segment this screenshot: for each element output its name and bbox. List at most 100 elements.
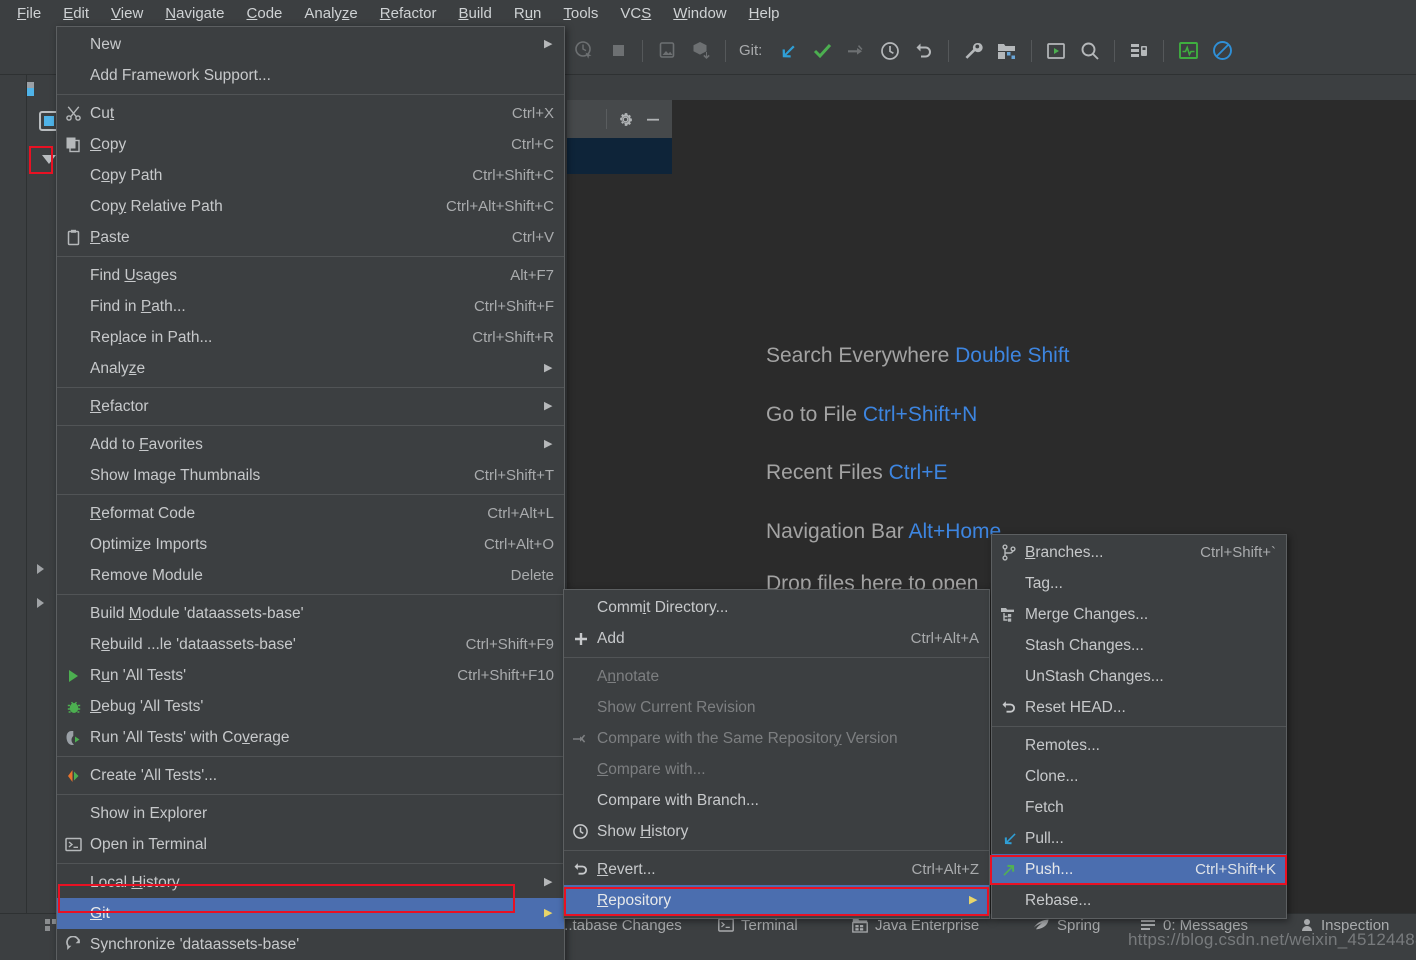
database-icon[interactable] — [1122, 34, 1156, 68]
activity-monitor-icon[interactable] — [1171, 34, 1205, 68]
menu-item-build-module[interactable]: Build Module 'dataassets-base' — [57, 598, 564, 629]
run-configurations-icon[interactable] — [1039, 34, 1073, 68]
expand-structure-icon[interactable] — [33, 562, 47, 576]
no-access-icon[interactable] — [1205, 34, 1239, 68]
git-label: Git: — [739, 42, 763, 59]
git-push-arrow-icon[interactable] — [839, 34, 873, 68]
menu-item-copy-path[interactable]: Copy Path Ctrl+Shift+C — [57, 160, 564, 191]
menu-item-open-in-terminal[interactable]: Open in Terminal — [57, 829, 564, 860]
menubar-item-navigate[interactable]: Navigate — [154, 3, 235, 25]
menu-item-compare-with-same-repository-version: Compare with the Same Repository Version — [564, 723, 989, 754]
menu-item-new[interactable]: New ▶ — [57, 29, 564, 60]
git-pull-icon[interactable] — [771, 34, 805, 68]
menubar-item-help[interactable]: Help — [738, 3, 791, 25]
menu-item-clone[interactable]: Clone... — [992, 761, 1286, 792]
menu-item-label: Run 'All Tests' — [90, 666, 187, 684]
menu-item-label: Reformat Code — [90, 504, 196, 522]
menu-item-stash-changes[interactable]: Stash Changes... — [992, 630, 1286, 661]
git-history-clock-icon[interactable] — [873, 34, 907, 68]
menu-item-accel: Delete — [510, 567, 554, 584]
menu-item-show-history[interactable]: Show History — [564, 816, 989, 847]
menu-item-optimize-imports[interactable]: Optimize Imports Ctrl+Alt+O — [57, 529, 564, 560]
menubar-item-window[interactable]: Window — [662, 3, 737, 25]
menu-item-add[interactable]: Add Ctrl+Alt+A — [564, 623, 989, 654]
menu-item-debug-all-tests[interactable]: Debug 'All Tests' — [57, 691, 564, 722]
menu-item-git[interactable]: Git ▶ — [57, 898, 564, 929]
expand-structure-icon-2[interactable] — [33, 596, 47, 610]
menu-item-revert[interactable]: Revert... Ctrl+Alt+Z — [564, 854, 989, 885]
menu-item-label: Add to Favorites — [90, 435, 203, 453]
menu-item-push[interactable]: Push... Ctrl+Shift+K — [992, 854, 1286, 885]
menu-item-rebase[interactable]: Rebase... — [992, 885, 1286, 916]
run-with-coverage-icon[interactable] — [567, 34, 601, 68]
debug-bug-icon — [57, 696, 90, 718]
menu-item-refactor[interactable]: Refactor ▶ — [57, 391, 564, 422]
menubar-item-view[interactable]: View — [100, 3, 154, 25]
menu-item-commit-directory[interactable]: Commit Directory... — [564, 592, 989, 623]
menubar-item-edit[interactable]: Edit — [52, 3, 100, 25]
menubar-item-file[interactable]: FFileile — [6, 3, 52, 25]
menu-item-rebuild-module[interactable]: Rebuild ...le 'dataassets-base' Ctrl+Shi… — [57, 629, 564, 660]
menubar-item-build[interactable]: Build — [447, 3, 502, 25]
menu-item-pull[interactable]: Pull... — [992, 823, 1286, 854]
menu-item-find-in-path[interactable]: Find in Path... Ctrl+Shift+F — [57, 291, 564, 322]
menu-item-accel: Ctrl+Shift+F — [473, 298, 554, 315]
menu-item-remotes[interactable]: Remotes... — [992, 730, 1286, 761]
menu-item-add-framework-support[interactable]: Add Framework Support... — [57, 60, 564, 91]
menu-item-add-to-favorites[interactable]: Add to Favorites ▶ — [57, 429, 564, 460]
menu-item-copy[interactable]: Copy Ctrl+C — [57, 129, 564, 160]
menu-item-run-all-tests[interactable]: Run 'All Tests' Ctrl+Shift+F10 — [57, 660, 564, 691]
menu-item-repository[interactable]: Repository ▶ — [564, 885, 989, 916]
menu-item-paste[interactable]: Paste Ctrl+V — [57, 222, 564, 253]
menu-item-analyze[interactable]: Analyze ▶ — [57, 353, 564, 384]
import-module-icon[interactable] — [684, 34, 718, 68]
menu-item-local-history[interactable]: Local History ▶ — [57, 867, 564, 898]
no-icon — [992, 766, 1025, 788]
menubar-item-tools[interactable]: Tools — [552, 3, 609, 25]
menu-item-tag[interactable]: Tag... — [992, 568, 1286, 599]
menubar-item-code[interactable]: Code — [236, 3, 294, 25]
menu-item-show-in-explorer[interactable]: Show in Explorer — [57, 798, 564, 829]
menu-item-cut[interactable]: Cut Ctrl+X — [57, 98, 564, 129]
menu-item-accel: Ctrl+C — [511, 136, 554, 153]
update-project-icon[interactable] — [650, 34, 684, 68]
no-icon — [992, 797, 1025, 819]
menubar-item-vcs[interactable]: VCS — [609, 3, 662, 25]
menu-item-find-usages[interactable]: Find Usages Alt+F7 — [57, 260, 564, 291]
project-structure-icon[interactable] — [990, 34, 1024, 68]
menu-item-reset-head[interactable]: Reset HEAD... — [992, 692, 1286, 723]
menu-item-compare-with-branch[interactable]: Compare with Branch... — [564, 785, 989, 816]
menu-item-create-all-tests[interactable]: Create 'All Tests'... — [57, 760, 564, 791]
git-commit-check-icon[interactable] — [805, 34, 839, 68]
menu-separator — [57, 387, 564, 388]
menu-item-label: Copy Relative Path — [90, 197, 223, 215]
menu-item-label: Reset HEAD... — [1025, 698, 1126, 716]
gear-icon[interactable] — [617, 111, 634, 128]
no-icon — [992, 635, 1025, 657]
menu-item-replace-in-path[interactable]: Replace in Path... Ctrl+Shift+R — [57, 322, 564, 353]
menu-item-merge-changes[interactable]: Merge Changes... — [992, 599, 1286, 630]
menubar-item-refactor[interactable]: Refactor — [369, 3, 448, 25]
spring-leaf-icon — [1032, 918, 1050, 932]
toolbar-separator — [1114, 39, 1116, 62]
menubar-item-run[interactable]: Run — [503, 3, 553, 25]
menu-item-reformat-code[interactable]: Reformat Code Ctrl+Alt+L — [57, 498, 564, 529]
menu-item-copy-relative-path[interactable]: Copy Relative Path Ctrl+Alt+Shift+C — [57, 191, 564, 222]
menu-item-unstash-changes[interactable]: UnStash Changes... — [992, 661, 1286, 692]
git-revert-icon[interactable] — [907, 34, 941, 68]
menu-item-fetch[interactable]: Fetch — [992, 792, 1286, 823]
menu-item-run-all-tests-with-coverage[interactable]: Run 'All Tests' with Coverage — [57, 722, 564, 753]
menu-item-synchronize[interactable]: Synchronize 'dataassets-base' — [57, 929, 564, 960]
menu-separator — [564, 657, 989, 658]
search-icon[interactable] — [1073, 34, 1107, 68]
menu-item-label: Tag... — [1025, 574, 1063, 592]
hide-toolwindow-icon[interactable] — [644, 111, 662, 128]
menubar-item-analyze[interactable]: Analyze — [293, 3, 368, 25]
menu-item-show-image-thumbnails[interactable]: Show Image Thumbnails Ctrl+Shift+T — [57, 460, 564, 491]
menu-item-branches[interactable]: Branches... Ctrl+Shift+` — [992, 537, 1286, 568]
stop-icon[interactable] — [601, 34, 635, 68]
settings-wrench-icon[interactable] — [956, 34, 990, 68]
menu-item-remove-module[interactable]: Remove Module Delete — [57, 560, 564, 591]
toolbar-separator — [725, 39, 726, 62]
project-tree-selected-row[interactable] — [567, 138, 672, 174]
